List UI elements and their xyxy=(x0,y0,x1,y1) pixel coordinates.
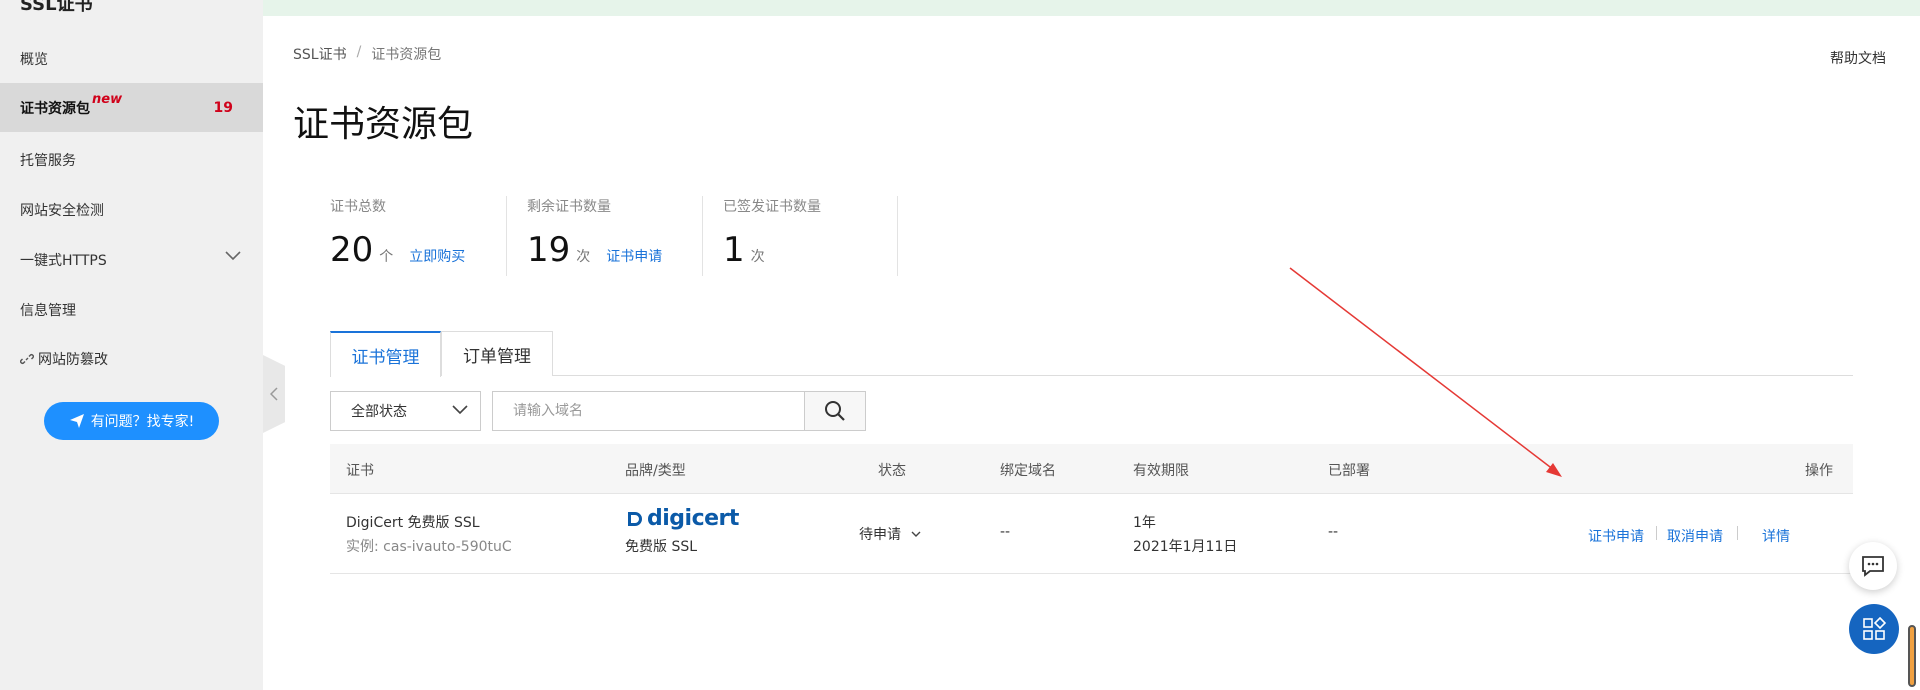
breadcrumb: SSL证书 / 证书资源包 xyxy=(293,44,441,64)
sidebar-item-hosting[interactable]: 托管服务 xyxy=(0,135,263,184)
stat-unit: 个 xyxy=(379,249,394,265)
apply-cert-button[interactable]: 证书申请 xyxy=(1588,526,1644,546)
search-button[interactable] xyxy=(804,391,866,431)
stat-label: 剩余证书数量 xyxy=(527,199,611,215)
sidebar-item-cert-package[interactable]: 证书资源包 new 19 xyxy=(0,83,263,132)
bound-domain: -- xyxy=(1000,524,1011,540)
details-button[interactable]: 详情 xyxy=(1762,526,1790,546)
chevron-down-icon xyxy=(452,405,468,415)
sidebar-item-label: 信息管理 xyxy=(20,302,76,319)
sidebar-item-label: 证书资源包 xyxy=(20,100,90,117)
stat-issued: 已签发证书数量 1 次 xyxy=(723,196,898,276)
new-tag: new xyxy=(92,92,123,107)
tab-cert-management[interactable]: 证书管理 xyxy=(330,331,441,377)
col-brand: 品牌/类型 xyxy=(625,463,686,479)
brand-logo-text: digicert xyxy=(647,506,739,531)
stat-remaining: 剩余证书数量 19 次 证书申请 xyxy=(527,196,703,276)
col-validity: 有效期限 xyxy=(1133,463,1189,479)
stat-unit: 次 xyxy=(576,249,591,265)
col-cert: 证书 xyxy=(346,463,374,479)
digicert-mark-icon xyxy=(628,511,642,526)
breadcrumb-current: 证书资源包 xyxy=(371,47,442,63)
chat-icon xyxy=(1862,556,1884,577)
sidebar-item-label: 网站防篡改 xyxy=(38,351,108,368)
chevron-left-icon xyxy=(270,387,278,401)
chevron-down-icon xyxy=(225,251,241,261)
page-title: 证书资源包 xyxy=(293,104,474,145)
sidebar-item-info[interactable]: 信息管理 xyxy=(0,285,263,334)
status-select-value: 全部状态 xyxy=(351,404,407,420)
tab-bar: 证书管理 订单管理 xyxy=(330,331,1853,377)
sidebar-item-overview[interactable]: 概览 xyxy=(0,34,263,83)
col-status: 状态 xyxy=(878,463,906,479)
validity-period: 1年 xyxy=(1133,515,1156,531)
brand-type: 免费版 SSL xyxy=(625,539,698,555)
stat-value: 1 xyxy=(723,230,745,270)
cert-instance[interactable]: 实例: cas-ivauto-590tuC xyxy=(346,536,512,556)
count-badge: 19 xyxy=(213,99,233,116)
status-select[interactable]: 全部状态 xyxy=(330,391,481,431)
table-row: DigiCert 免费版 SSL 实例: cas-ivauto-590tuC d… xyxy=(330,494,1853,574)
sidebar-item-label: 网站安全检测 xyxy=(20,202,104,219)
apps-icon xyxy=(1863,617,1886,640)
top-banner xyxy=(263,0,1920,16)
stat-value: 20 xyxy=(330,230,374,270)
chevron-down-icon xyxy=(911,531,921,537)
col-actions: 操作 xyxy=(1805,463,1833,479)
buy-now-link[interactable]: 立即购买 xyxy=(409,246,465,266)
stat-label: 证书总数 xyxy=(330,199,386,215)
ask-expert-label: 有问题？找专家! xyxy=(90,414,195,430)
ask-expert-button[interactable]: 有问题？找专家! xyxy=(44,402,219,440)
sidebar-item-https[interactable]: 一键式HTTPS xyxy=(0,235,263,284)
stat-value: 19 xyxy=(527,230,571,270)
sidebar-item-tamper[interactable]: 网站防篡改 xyxy=(0,334,263,383)
action-divider xyxy=(1656,526,1657,540)
status-dropdown[interactable]: 待申请 xyxy=(859,524,921,544)
deployed-value: -- xyxy=(1328,524,1339,540)
cancel-apply-button[interactable]: 取消申请 xyxy=(1667,526,1723,546)
breadcrumb-root[interactable]: SSL证书 xyxy=(293,44,347,64)
cert-name: DigiCert 免费版 SSL xyxy=(346,515,480,531)
domain-search-input[interactable] xyxy=(492,391,805,431)
sidebar-title: SSL证书 xyxy=(20,0,93,15)
chat-button[interactable] xyxy=(1849,542,1897,590)
status-value: 待申请 xyxy=(859,527,901,543)
scrollbar-thumb[interactable] xyxy=(1908,625,1916,687)
stat-total: 证书总数 20 个 立即购买 xyxy=(330,196,507,276)
tab-order-management[interactable]: 订单管理 xyxy=(441,331,553,376)
sidebar-item-site-security[interactable]: 网站安全检测 xyxy=(0,185,263,234)
search-icon xyxy=(825,401,845,421)
breadcrumb-separator: / xyxy=(356,44,362,60)
sidebar-item-label: 托管服务 xyxy=(20,152,76,169)
sidebar-item-label: 一键式HTTPS xyxy=(20,252,107,269)
send-icon xyxy=(69,414,84,428)
apply-cert-link[interactable]: 证书申请 xyxy=(606,246,662,266)
apps-button[interactable] xyxy=(1849,604,1899,654)
col-domain: 绑定域名 xyxy=(1000,463,1056,479)
sidebar: SSL证书 概览 证书资源包 new 19 托管服务 网站安全检测 一键式HTT… xyxy=(0,0,263,690)
stat-label: 已签发证书数量 xyxy=(723,199,821,215)
stat-unit: 次 xyxy=(750,249,765,265)
table-header: 证书 品牌/类型 状态 绑定域名 有效期限 已部署 操作 xyxy=(330,444,1853,494)
help-doc-link[interactable]: 帮助文档 xyxy=(1830,48,1886,68)
col-deployed: 已部署 xyxy=(1328,463,1370,479)
expiry-date: 2021年1月11日 xyxy=(1133,539,1238,555)
link-icon xyxy=(20,352,34,366)
action-divider xyxy=(1737,526,1738,540)
sidebar-collapse-toggle[interactable] xyxy=(263,355,285,433)
sidebar-item-label: 概览 xyxy=(20,51,48,68)
digicert-logo: digicert xyxy=(625,506,739,531)
